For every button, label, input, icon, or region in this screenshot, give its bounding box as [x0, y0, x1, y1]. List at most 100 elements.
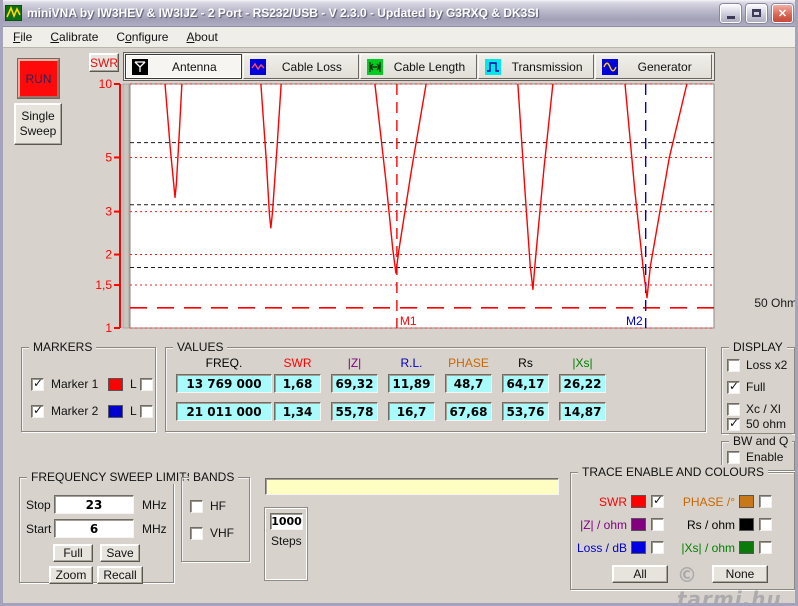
trace-phase-swatch[interactable] — [739, 495, 754, 508]
stop-label: Stop — [26, 498, 51, 512]
progress-bar — [265, 478, 559, 495]
tab-antenna[interactable]: Antenna — [125, 54, 242, 79]
impedance-label: 50 Ohm — [754, 296, 797, 310]
trace-rs-swatch[interactable] — [739, 518, 754, 531]
trace-panel: TRACE ENABLE AND COLOURS SWR |Z| / ohm L… — [570, 465, 795, 590]
trace-z-checkbox[interactable] — [651, 518, 664, 531]
bwq-panel-title: BW and Q — [729, 434, 793, 448]
tab-cable-loss[interactable]: Cable Loss — [242, 54, 360, 79]
plot-area — [129, 83, 715, 329]
vhf-label: VHF — [210, 526, 234, 540]
marker2-checkbox[interactable] — [31, 403, 44, 418]
menu-file[interactable]: File — [4, 28, 41, 46]
marker1-checkbox[interactable] — [31, 376, 44, 391]
steps-label: Steps — [271, 534, 302, 548]
y-tick-label: 2 — [105, 248, 112, 262]
close-button[interactable]: ✕ — [772, 3, 793, 23]
value-m2-xs: 14,87 — [559, 402, 606, 421]
trace-rs-checkbox[interactable] — [759, 518, 772, 531]
bwq-enable-checkbox[interactable] — [727, 451, 740, 464]
marker2-color-swatch[interactable] — [108, 405, 123, 418]
values-header-rs: Rs — [518, 356, 533, 370]
swr-chart[interactable]: 10 5 3 2 1,5 1 M1 M2 — [93, 78, 715, 336]
trace-swr-swatch[interactable] — [631, 495, 646, 508]
value-m2-swr: 1,34 — [274, 402, 321, 421]
sweep-recall-button[interactable]: Recall — [97, 566, 143, 584]
transmission-icon — [484, 58, 501, 75]
trace-loss-label: Loss / dB — [576, 541, 627, 555]
trace-all-button[interactable]: All — [612, 565, 668, 583]
y-tick-label: 1 — [105, 321, 112, 335]
marker1-label: Marker 1 — [51, 377, 99, 391]
close-icon: ✕ — [777, 7, 788, 20]
start-frequency-input[interactable]: 6 — [54, 519, 134, 538]
xc-xl-checkbox[interactable] — [727, 403, 740, 416]
value-m2-rl: 16,7 — [388, 402, 435, 421]
values-header-xs: |Xs| — [572, 356, 593, 370]
value-m1-rs: 64,17 — [502, 374, 549, 393]
trace-xs-label: |Xs| / ohm — [681, 541, 735, 555]
sweep-full-button[interactable]: Full — [53, 544, 93, 562]
tab-transmission[interactable]: Transmission — [477, 54, 595, 79]
trace-z-swatch[interactable] — [631, 518, 646, 531]
maximize-button[interactable] — [746, 3, 767, 23]
trace-swr-checkbox[interactable] — [651, 493, 664, 508]
trace-loss-swatch[interactable] — [631, 541, 646, 554]
markers-panel-title: MARKERS — [29, 340, 97, 354]
fifty-ohm-checkbox[interactable] — [727, 416, 740, 431]
xc-xl-label: Xc / Xl — [746, 402, 781, 416]
marker-label-M2: M2 — [626, 314, 643, 328]
values-header-rl: R.L. — [400, 356, 423, 370]
minimize-icon — [726, 15, 735, 19]
trace-xs-swatch[interactable] — [739, 541, 754, 554]
tab-cable-length[interactable]: Cable Length — [360, 54, 477, 79]
stop-frequency-input[interactable]: 23 — [54, 495, 134, 514]
values-header-freq: FREQ. — [205, 356, 243, 370]
marker2-l-checkbox[interactable] — [140, 405, 153, 418]
start-unit-label: MHz — [142, 522, 167, 536]
sweep-limits-panel: FREQUENCY SWEEP LIMITS Stop 23 MHz Start… — [19, 470, 199, 584]
loss-x2-checkbox[interactable] — [727, 359, 740, 372]
full-checkbox[interactable] — [727, 379, 740, 394]
window-title: miniVNA by IW3HEV & IW3IJZ - 2 Port - RS… — [27, 6, 539, 20]
app-icon — [5, 5, 22, 21]
trace-panel-title: TRACE ENABLE AND COLOURS — [578, 465, 769, 479]
maximize-icon — [752, 9, 761, 17]
vhf-checkbox[interactable] — [190, 527, 203, 540]
menu-bar: File Calibrate Configure About — [3, 27, 795, 48]
marker1-l-checkbox[interactable] — [140, 378, 153, 391]
values-header-phase: PHASE — [448, 356, 489, 370]
y-tick-label: 10 — [99, 78, 113, 91]
menu-about[interactable]: About — [177, 28, 226, 46]
steps-input[interactable]: 1000 — [270, 513, 303, 530]
single-sweep-button[interactable]: Single Sweep — [14, 103, 62, 145]
steps-box: 1000 Steps — [265, 508, 307, 580]
menu-configure[interactable]: Configure — [107, 28, 177, 46]
tab-generator[interactable]: Generator — [595, 54, 712, 79]
swr-axis-label: SWR — [89, 53, 119, 72]
markers-panel: MARKERS Marker 1 L Marker 2 L — [21, 340, 156, 432]
sweep-zoom-button[interactable]: Zoom — [49, 566, 93, 584]
value-m2-z: 55,78 — [331, 402, 378, 421]
menu-calibrate[interactable]: Calibrate — [41, 28, 107, 46]
marker2-l-label: L — [130, 404, 137, 418]
trace-xs-checkbox[interactable] — [759, 541, 772, 554]
display-panel: DISPLAY Loss x2 Full Xc / Xl 50 ohm — [721, 340, 795, 434]
title-bar[interactable]: miniVNA by IW3HEV & IW3IJZ - 2 Port - RS… — [3, 0, 795, 27]
sweep-save-button[interactable]: Save — [100, 544, 140, 562]
trace-none-button[interactable]: None — [712, 565, 768, 583]
trace-loss-checkbox[interactable] — [651, 541, 664, 554]
trace-z-label: |Z| / ohm — [580, 518, 627, 532]
hf-checkbox[interactable] — [190, 500, 203, 513]
run-button[interactable]: RUN — [18, 59, 59, 98]
values-header-z: |Z| — [347, 356, 362, 370]
trace-phase-checkbox[interactable] — [759, 495, 772, 508]
trace-rs-label: Rs / ohm — [686, 518, 735, 532]
minimize-button[interactable] — [720, 3, 741, 23]
value-m1-rl: 11,89 — [388, 374, 435, 393]
stop-unit-label: MHz — [142, 498, 167, 512]
values-header-swr: SWR — [283, 356, 312, 370]
bwq-enable-label: Enable — [746, 450, 784, 464]
marker1-color-swatch[interactable] — [108, 378, 123, 391]
sweep-limits-title: FREQUENCY SWEEP LIMITS — [27, 470, 199, 484]
